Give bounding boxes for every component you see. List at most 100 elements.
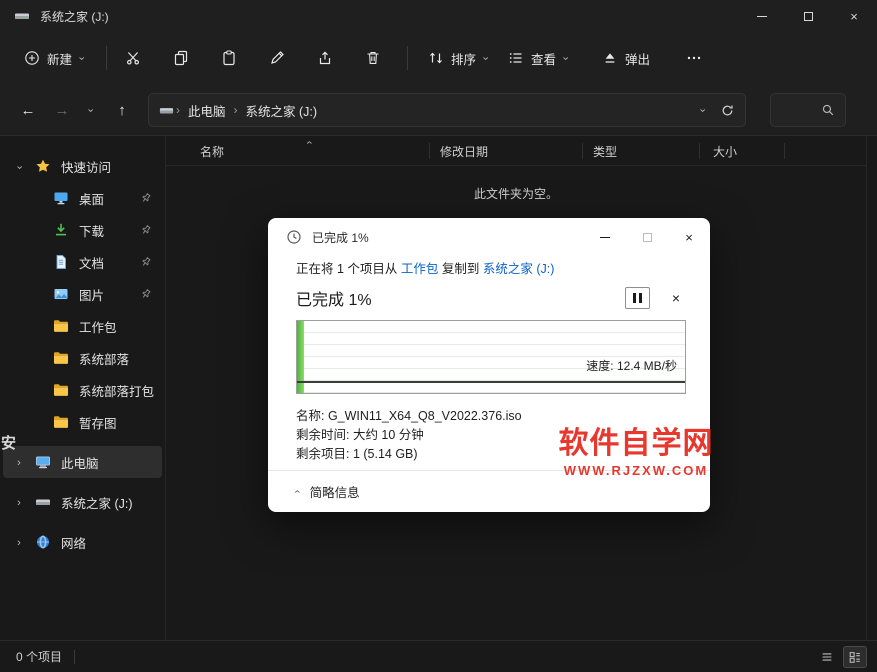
close-button[interactable]: × — [831, 0, 877, 32]
paste-icon — [221, 50, 237, 66]
sidebar-item-folder-xitongbuluo[interactable]: 系统部落 — [3, 342, 162, 374]
dialog-maximize-button[interactable] — [626, 218, 668, 256]
sidebar-item-pictures[interactable]: 图片 — [3, 278, 162, 310]
drive-icon — [14, 8, 30, 24]
dialog-title: 已完成 1% — [312, 230, 369, 245]
maximize-button[interactable] — [785, 0, 831, 32]
sort-ascending-icon: › — [303, 140, 316, 145]
eject-icon — [602, 50, 618, 66]
address-bar[interactable]: › 此电脑 › 系统之家 (J:) › — [148, 93, 746, 127]
sidebar-item-folder-gongzuobao[interactable]: 工作包 — [3, 310, 162, 342]
network-icon — [35, 534, 51, 550]
minimize-button[interactable] — [739, 0, 785, 32]
column-header-date-modified[interactable]: 修改日期 — [430, 143, 583, 159]
view-icon — [508, 50, 524, 66]
sidebar-item-desktop[interactable]: 桌面 — [3, 182, 162, 214]
chevron-right-icon: › — [176, 103, 180, 117]
copy-progress-icon — [286, 229, 302, 245]
large-icons-view-button[interactable] — [843, 645, 867, 668]
drive-icon — [35, 494, 51, 510]
time-remaining-line: 剩余时间: 大约 10 分钟 — [296, 428, 424, 442]
folder-icon — [53, 318, 69, 334]
chevron-down-icon: › — [75, 56, 88, 60]
desktop-icon — [53, 190, 69, 206]
edge-watermark-fragment: 安 — [1, 435, 17, 452]
dialog-minimize-button[interactable] — [584, 218, 626, 256]
sidebar-item-folder-xitongbuluodabao[interactable]: 系统部落打包 — [3, 374, 162, 406]
fewer-details-label: 简略信息 — [309, 486, 360, 500]
chevron-right-icon: › — [17, 457, 21, 469]
transfer-speed-graph: 速度: 12.4 MB/秒 — [296, 320, 686, 394]
folder-icon — [53, 382, 69, 398]
column-header-type[interactable]: 类型 — [583, 143, 700, 159]
trash-icon — [365, 50, 381, 66]
speed-history-line — [297, 381, 685, 384]
column-header-size[interactable]: 大小 — [700, 143, 785, 159]
pause-button[interactable] — [624, 287, 650, 309]
source-folder-link[interactable]: 工作包 — [401, 262, 439, 276]
vertical-scrollbar[interactable] — [866, 136, 877, 640]
view-button-label: 查看 — [531, 52, 557, 67]
progress-percent-label: 已完成 1% — [296, 292, 372, 309]
copy-description-mid: 复制到 — [438, 262, 483, 276]
sidebar-item-downloads[interactable]: 下载 — [3, 214, 162, 246]
up-button[interactable]: ↑ — [106, 94, 138, 126]
pin-icon — [140, 256, 152, 268]
share-icon — [317, 50, 333, 66]
toolbar-separator — [106, 46, 107, 70]
chevron-down-icon: › — [84, 108, 97, 112]
toolbar-separator — [407, 46, 408, 70]
sort-button-label: 排序 — [451, 52, 477, 67]
pin-icon — [140, 288, 152, 300]
paste-button[interactable] — [211, 40, 247, 76]
search-box[interactable] — [770, 93, 846, 127]
copy-description: 正在将 1 个项目从 工作包 复制到 系统之家 (J:) — [296, 258, 686, 277]
breadcrumb-this-pc[interactable]: 此电脑 — [182, 101, 232, 120]
new-button[interactable]: 新建 › — [14, 40, 93, 76]
sidebar-item-drive-j[interactable]: › 系统之家 (J:) — [3, 486, 162, 518]
copy-button[interactable] — [163, 40, 199, 76]
back-button[interactable]: ← — [12, 94, 44, 126]
cancel-copy-button[interactable]: × — [672, 290, 680, 306]
more-options-button[interactable] — [676, 40, 712, 76]
recent-locations-button[interactable]: › — [78, 94, 102, 126]
refresh-icon[interactable] — [720, 103, 735, 118]
column-header-name[interactable]: 名称 — [166, 143, 430, 159]
thumbnail-view-icon — [848, 650, 862, 664]
download-icon — [53, 222, 69, 238]
breadcrumb-drive[interactable]: 系统之家 (J:) — [240, 101, 324, 120]
sort-button[interactable]: 排序 › — [418, 40, 497, 76]
forward-icon: → — [54, 101, 70, 119]
sort-icon — [428, 50, 444, 66]
details-view-button[interactable] — [815, 646, 839, 668]
forward-button[interactable]: → — [46, 94, 78, 126]
sidebar-item-documents[interactable]: 文档 — [3, 246, 162, 278]
rename-button[interactable] — [259, 40, 295, 76]
sidebar-item-folder-zancuntu[interactable]: 暂存图 — [3, 406, 162, 438]
up-icon: ↑ — [118, 101, 126, 119]
list-view-icon — [820, 650, 834, 664]
destination-drive-link[interactable]: 系统之家 (J:) — [483, 262, 555, 276]
navigation-pane: › 快速访问 桌面 下载 文档 图片 工作包 系统部落 系统部落打包 暂存图 ›… — [0, 136, 166, 640]
eject-button[interactable]: 弹出 — [592, 40, 660, 76]
chevron-down-icon: › — [479, 56, 492, 60]
copy-icon — [173, 50, 189, 66]
cut-button[interactable] — [115, 40, 151, 76]
address-dropdown-icon[interactable]: › — [697, 108, 709, 112]
new-button-label: 新建 — [47, 52, 73, 67]
folder-icon — [53, 414, 69, 430]
navigation-bar: ← → › ↑ › 此电脑 › 系统之家 (J:) › — [0, 84, 877, 136]
view-button[interactable]: 查看 › — [498, 40, 577, 76]
speed-label: 速度: 12.4 MB/秒 — [586, 359, 677, 373]
sidebar-item-this-pc[interactable]: › 此电脑 — [3, 446, 162, 478]
share-button[interactable] — [307, 40, 343, 76]
view-toggle-buttons — [815, 645, 867, 668]
fewer-details-toggle[interactable]: › 简略信息 — [268, 471, 710, 512]
sidebar-item-quick-access[interactable]: › 快速访问 — [3, 150, 162, 182]
window-title: 系统之家 (J:) — [40, 9, 109, 24]
copy-progress-dialog: 已完成 1% × 正在将 1 个项目从 工作包 复制到 系统之家 (J:) 已完… — [268, 218, 710, 512]
dialog-close-button[interactable]: × — [668, 218, 710, 256]
sidebar-item-network[interactable]: › 网络 — [3, 526, 162, 558]
delete-button[interactable] — [355, 40, 391, 76]
chevron-right-icon: › — [17, 537, 21, 549]
